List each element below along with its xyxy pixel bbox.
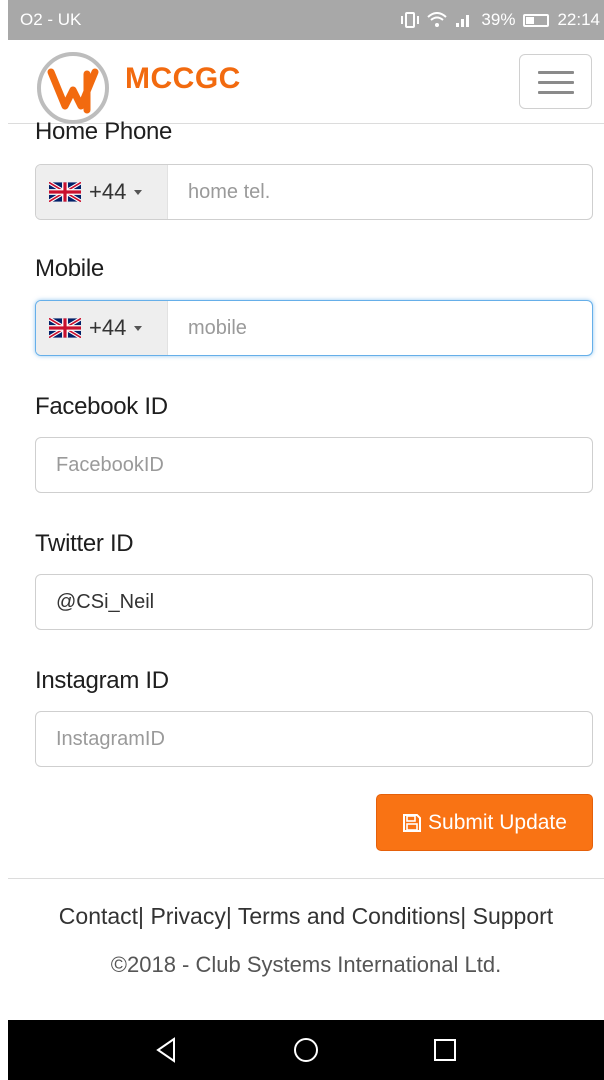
battery-icon [523,13,550,27]
home-circle-icon[interactable] [291,1035,321,1065]
signal-icon [455,12,473,28]
recents-square-icon[interactable] [430,1035,460,1065]
club-logo-icon[interactable] [35,50,111,126]
facebook-id-label: Facebook ID [35,393,168,420]
footer-links: Contact| Privacy| Terms and Conditions| … [8,903,604,930]
status-icons: 39% 22:14 [401,10,604,30]
chevron-down-icon [134,189,143,195]
twitter-id-field[interactable]: @CSi_Neil [35,574,593,630]
navbar: MCCGC [8,40,604,124]
submit-label: Submit Update [428,810,567,834]
carrier-name: O2 - UK [20,10,82,29]
chevron-down-icon [134,325,143,331]
copyright-text: ©2018 - Club Systems International Ltd. [110,952,502,977]
mobile-input[interactable]: mobile [168,317,247,340]
footer-divider [8,878,604,879]
twitter-id-input[interactable]: @CSi_Neil [36,591,154,614]
country-code-dropdown[interactable]: +44 [36,165,168,219]
facebook-id-field[interactable]: FacebookID [35,437,593,493]
home-phone-label: Home Phone [35,118,173,145]
brand-name[interactable]: MCCGC [125,62,241,96]
instagram-id-label: Instagram ID [35,667,169,694]
footer-link-contact[interactable]: Contact| [59,903,144,929]
instagram-id-input[interactable]: InstagramID [36,728,165,751]
mobile-label: Mobile [35,255,104,282]
hamburger-icon [538,71,574,74]
status-bar: O2 - UK 39% 22:14 [8,0,604,40]
uk-flag-icon [49,318,81,338]
hamburger-menu-button[interactable] [519,54,592,109]
footer-link-terms[interactable]: Terms and Conditions| [238,903,466,929]
submit-update-button[interactable]: Submit Update [376,794,593,851]
floppy-disk-icon [403,813,422,832]
footer-link-privacy[interactable]: Privacy| [150,903,231,929]
instagram-id-field[interactable]: InstagramID [35,711,593,767]
twitter-id-label: Twitter ID [35,530,134,557]
wifi-icon [427,12,448,28]
footer-link-support[interactable]: Support [473,903,554,929]
facebook-id-input[interactable]: FacebookID [36,454,164,477]
country-code: +44 [89,315,127,340]
vibrate-icon [401,12,420,28]
country-code: +44 [89,179,127,204]
country-code-dropdown[interactable]: +44 [36,301,168,355]
home-phone-input[interactable]: home tel. [168,181,270,204]
uk-flag-icon [49,182,81,202]
system-nav-bar [8,1020,604,1080]
back-triangle-icon[interactable] [152,1035,182,1065]
home-phone-field[interactable]: +44 home tel. [35,164,593,220]
mobile-field[interactable]: +44 mobile [35,300,593,356]
clock: 22:14 [557,10,600,29]
battery-percent: 39% [481,10,516,29]
